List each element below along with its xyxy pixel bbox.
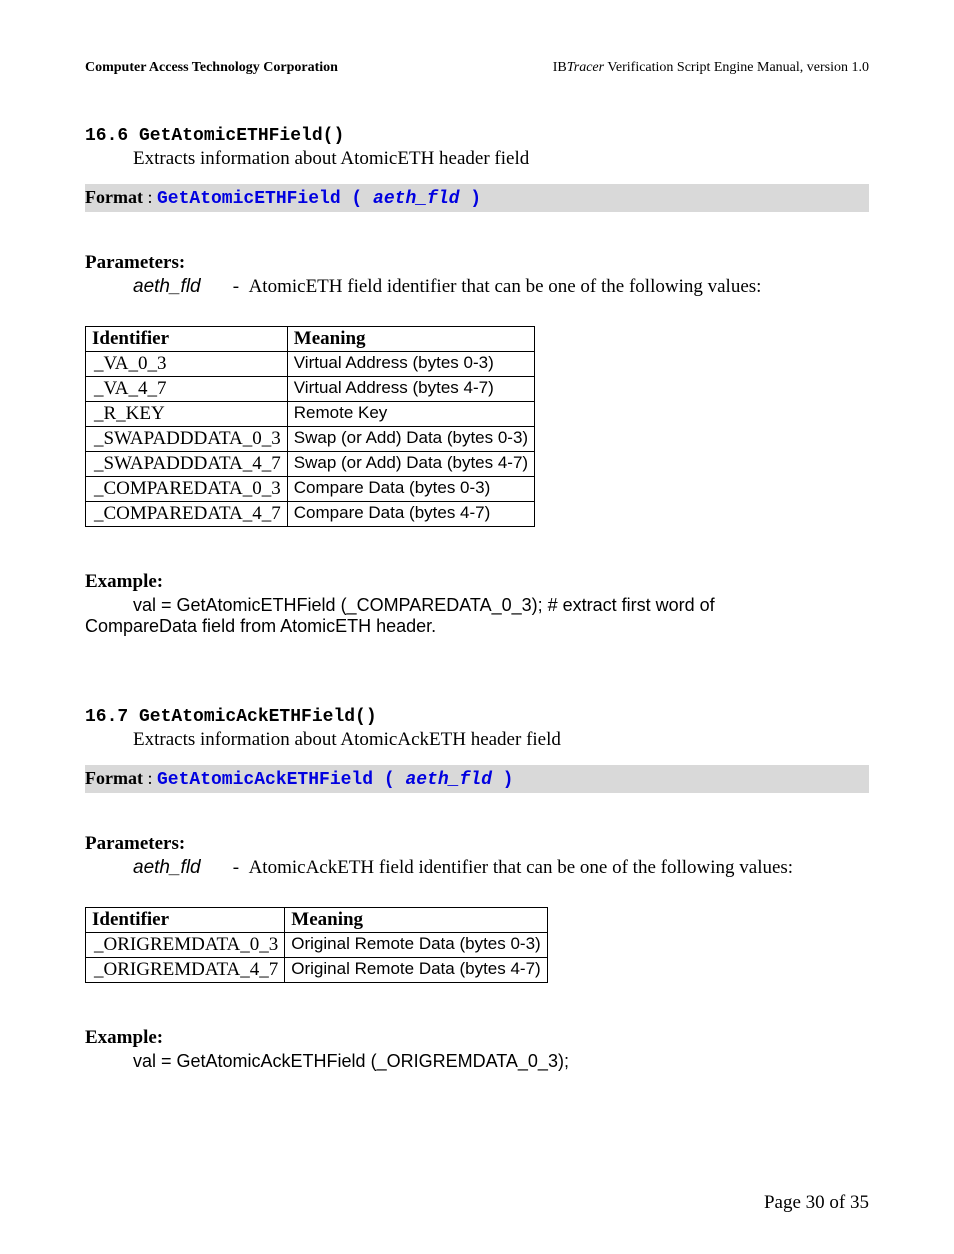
section-16-7-desc: Extracts information about AtomicAckETH … — [133, 729, 869, 751]
example-line1-b: val = GetAtomicAckETHField (_ORIGREMDATA… — [133, 1051, 569, 1071]
table-row: _SWAPADDDATA_0_3Swap (or Add) Data (byte… — [86, 427, 535, 452]
th-identifier: Identifier — [86, 327, 288, 352]
parameters-label-2: Parameters: — [85, 833, 869, 855]
cell-id: _SWAPADDDATA_0_3 — [86, 427, 288, 452]
param-dash-1: - — [233, 276, 239, 297]
param-row-1: aeth_fld - AtomicETH field identifier th… — [133, 276, 869, 298]
format-label: Format — [85, 187, 143, 207]
table-header-row: Identifier Meaning — [86, 327, 535, 352]
header-ib: IB — [553, 60, 567, 75]
table-row: _VA_0_3Virtual Address (bytes 0-3) — [86, 352, 535, 377]
cell-meaning: Remote Key — [287, 402, 534, 427]
table-row: _SWAPADDDATA_4_7Swap (or Add) Data (byte… — [86, 452, 535, 477]
cell-meaning: Swap (or Add) Data (bytes 0-3) — [287, 427, 534, 452]
format-func: GetAtomicETHField ( — [157, 189, 373, 209]
format-close: ) — [459, 189, 481, 209]
example-line1: val = GetAtomicETHField (_COMPAREDATA_0_… — [133, 595, 715, 615]
th-meaning: Meaning — [285, 908, 547, 933]
format-line-16-6: Format : GetAtomicETHField ( aeth_fld ) — [85, 184, 869, 212]
format-line-16-7: Format : GetAtomicAckETHField ( aeth_fld… — [85, 765, 869, 793]
example-body-2: val = GetAtomicAckETHField (_ORIGREMDATA… — [85, 1051, 869, 1072]
param-row-2: aeth_fld - AtomicAckETH field identifier… — [133, 857, 869, 879]
table-row: _R_KEYRemote Key — [86, 402, 535, 427]
example-label-2: Example: — [85, 1027, 869, 1049]
param-desc-1: AtomicETH field identifier that can be o… — [249, 276, 762, 297]
identifier-table-1: Identifier Meaning _VA_0_3Virtual Addres… — [85, 326, 535, 527]
format-close: ) — [492, 770, 514, 790]
cell-id: _COMPAREDATA_4_7 — [86, 502, 288, 527]
example-body-1: val = GetAtomicETHField (_COMPAREDATA_0_… — [85, 595, 869, 637]
header-tracer: Tracer — [567, 60, 604, 75]
cell-meaning: Compare Data (bytes 0-3) — [287, 477, 534, 502]
cell-meaning: Original Remote Data (bytes 4-7) — [285, 958, 547, 983]
format-label: Format — [85, 768, 143, 788]
example-label-1: Example: — [85, 571, 869, 593]
th-identifier: Identifier — [86, 908, 285, 933]
page-footer: Page 30 of 35 — [85, 1192, 869, 1214]
identifier-table-2: Identifier Meaning _ORIGREMDATA_0_3Origi… — [85, 907, 548, 983]
cell-id: _VA_0_3 — [86, 352, 288, 377]
table-row: _COMPAREDATA_4_7Compare Data (bytes 4-7) — [86, 502, 535, 527]
table-row: _COMPAREDATA_0_3Compare Data (bytes 0-3) — [86, 477, 535, 502]
format-param: aeth_fld — [373, 189, 459, 209]
header-right: IBTracer Verification Script Engine Manu… — [553, 60, 869, 76]
param-name-2: aeth_fld — [133, 857, 228, 879]
section-16-7-title: 16.7 GetAtomicAckETHField() — [85, 707, 869, 727]
format-param: aeth_fld — [405, 770, 491, 790]
cell-id: _SWAPADDDATA_4_7 — [86, 452, 288, 477]
param-name-1: aeth_fld — [133, 276, 228, 298]
cell-id: _R_KEY — [86, 402, 288, 427]
table-row: _ORIGREMDATA_0_3Original Remote Data (by… — [86, 933, 548, 958]
cell-id: _ORIGREMDATA_0_3 — [86, 933, 285, 958]
cell-meaning: Virtual Address (bytes 4-7) — [287, 377, 534, 402]
param-desc-2: AtomicAckETH field identifier that can b… — [249, 857, 794, 878]
example-line2: CompareData field from AtomicETH header. — [85, 616, 436, 636]
header-left: Computer Access Technology Corporation — [85, 60, 338, 76]
th-meaning: Meaning — [287, 327, 534, 352]
table-row: _ORIGREMDATA_4_7Original Remote Data (by… — [86, 958, 548, 983]
cell-meaning: Swap (or Add) Data (bytes 4-7) — [287, 452, 534, 477]
cell-id: _VA_4_7 — [86, 377, 288, 402]
section-16-6-desc: Extracts information about AtomicETH hea… — [133, 148, 869, 170]
parameters-label-1: Parameters: — [85, 252, 869, 274]
table-header-row: Identifier Meaning — [86, 908, 548, 933]
cell-meaning: Compare Data (bytes 4-7) — [287, 502, 534, 527]
cell-id: _COMPAREDATA_0_3 — [86, 477, 288, 502]
format-colon: : — [143, 768, 157, 788]
table-row: _VA_4_7Virtual Address (bytes 4-7) — [86, 377, 535, 402]
format-colon: : — [143, 187, 157, 207]
param-dash-2: - — [233, 857, 239, 878]
page-header: Computer Access Technology Corporation I… — [85, 60, 869, 76]
format-func: GetAtomicAckETHField ( — [157, 770, 405, 790]
cell-meaning: Virtual Address (bytes 0-3) — [287, 352, 534, 377]
cell-meaning: Original Remote Data (bytes 0-3) — [285, 933, 547, 958]
cell-id: _ORIGREMDATA_4_7 — [86, 958, 285, 983]
section-16-6-title: 16.6 GetAtomicETHField() — [85, 126, 869, 146]
header-rest: Verification Script Engine Manual, versi… — [604, 60, 869, 75]
